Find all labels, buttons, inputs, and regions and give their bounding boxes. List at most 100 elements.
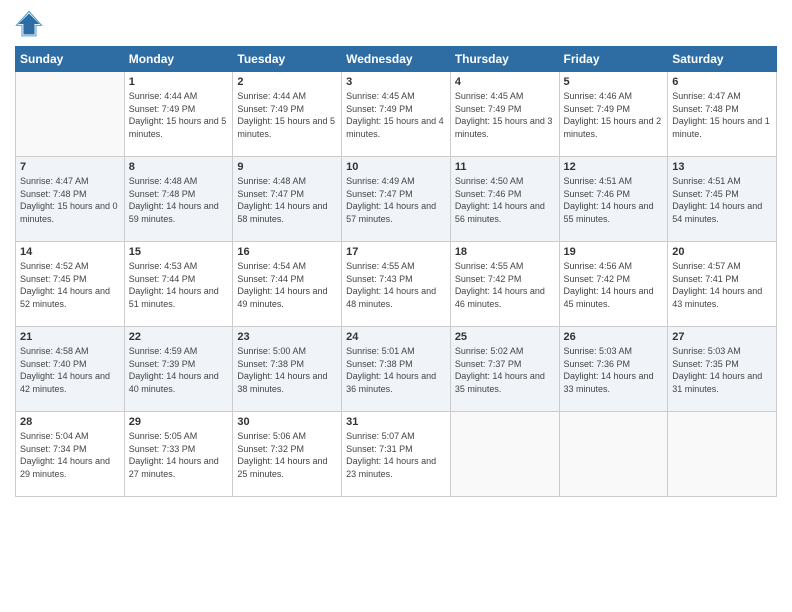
day-number: 23	[237, 331, 337, 343]
calendar-cell: 26Sunrise: 5:03 AMSunset: 7:36 PMDayligh…	[559, 327, 668, 412]
day-number: 13	[672, 161, 772, 173]
calendar-cell: 20 Sunrise: 4:57 AMSunset: 7:41 PMDayligh…	[668, 242, 777, 327]
calendar-cell: 10 Sunrise: 4:49 AMSunset: 7:47 PMDayligh…	[342, 157, 451, 242]
calendar-cell: 9 Sunrise: 4:48 AMSunset: 7:47 PMDaylight…	[233, 157, 342, 242]
calendar-cell: 3 Sunrise: 4:45 AMSunset: 7:49 PMDaylight…	[342, 72, 451, 157]
calendar-cell: 23 Sunrise: 5:00 AMSunset: 7:38 PMDayligh…	[233, 327, 342, 412]
cell-content: Sunrise: 4:55 AMSunset: 7:43 PMDaylight:…	[346, 260, 446, 310]
calendar-cell: 2Sunrise: 4:44 AMSunset: 7:49 PMDaylight…	[233, 72, 342, 157]
cell-content: Sunrise: 4:50 AMSunset: 7:46 PMDaylight:…	[455, 175, 555, 225]
calendar-cell: 21 Sunrise: 4:58 AMSunset: 7:40 PMDayligh…	[16, 327, 125, 412]
page-header	[15, 10, 777, 38]
day-number: 10	[346, 161, 446, 173]
calendar-cell	[450, 412, 559, 497]
weekday-header-cell: Monday	[124, 47, 233, 72]
cell-content: Sunrise: 4:46 AMSunset: 7:49 PMDaylight:…	[564, 90, 664, 140]
page-container: SundayMondayTuesdayWednesdayThursdayFrid…	[0, 0, 792, 507]
cell-content: Sunrise: 5:06 AMSunset: 7:32 PMDaylight:…	[237, 430, 337, 480]
calendar-cell: 14 Sunrise: 4:52 AMSunset: 7:45 PMDayligh…	[16, 242, 125, 327]
calendar-cell: 1Sunrise: 4:44 AMSunset: 7:49 PMDaylight…	[124, 72, 233, 157]
day-number: 14	[20, 246, 120, 258]
weekday-header-cell: Wednesday	[342, 47, 451, 72]
cell-content: Sunrise: 5:02 AMSunset: 7:37 PMDaylight:…	[455, 345, 555, 395]
day-number: 11	[455, 161, 555, 173]
day-number: 3	[346, 76, 446, 88]
cell-content: Sunrise: 4:56 AMSunset: 7:42 PMDaylight:…	[564, 260, 664, 310]
calendar-cell: 5 Sunrise: 4:46 AMSunset: 7:49 PMDaylight…	[559, 72, 668, 157]
weekday-header-cell: Sunday	[16, 47, 125, 72]
cell-content: Sunrise: 5:00 AMSunset: 7:38 PMDaylight:…	[237, 345, 337, 395]
day-number: 25	[455, 331, 555, 343]
day-number: 8	[129, 161, 229, 173]
cell-content: Sunrise: 4:48 AMSunset: 7:48 PMDaylight:…	[129, 175, 229, 225]
weekday-header-cell: Saturday	[668, 47, 777, 72]
day-number: 19	[564, 246, 664, 258]
calendar-cell: 24Sunrise: 5:01 AMSunset: 7:38 PMDayligh…	[342, 327, 451, 412]
day-number: 5	[564, 76, 664, 88]
day-number: 28	[20, 416, 120, 428]
day-number: 29	[129, 416, 229, 428]
calendar-cell: 16 Sunrise: 4:54 AMSunset: 7:44 PMDayligh…	[233, 242, 342, 327]
calendar-cell: 4 Sunrise: 4:45 AMSunset: 7:49 PMDaylight…	[450, 72, 559, 157]
cell-content: Sunrise: 4:47 AMSunset: 7:48 PMDaylight:…	[672, 90, 772, 140]
cell-content: Sunrise: 4:49 AMSunset: 7:47 PMDaylight:…	[346, 175, 446, 225]
cell-content: Sunrise: 4:58 AMSunset: 7:40 PMDaylight:…	[20, 345, 120, 395]
cell-content: Sunrise: 5:03 AMSunset: 7:35 PMDaylight:…	[672, 345, 772, 395]
day-number: 12	[564, 161, 664, 173]
cell-content: Sunrise: 4:51 AMSunset: 7:45 PMDaylight:…	[672, 175, 772, 225]
cell-content: Sunrise: 4:45 AMSunset: 7:49 PMDaylight:…	[346, 90, 446, 140]
cell-content: Sunrise: 5:03 AMSunset: 7:36 PMDaylight:…	[564, 345, 664, 395]
cell-content: Sunrise: 4:44 AMSunset: 7:49 PMDaylight:…	[129, 90, 229, 140]
cell-content: Sunrise: 4:52 AMSunset: 7:45 PMDaylight:…	[20, 260, 120, 310]
weekday-header-cell: Friday	[559, 47, 668, 72]
weekday-header-cell: Tuesday	[233, 47, 342, 72]
cell-content: Sunrise: 4:48 AMSunset: 7:47 PMDaylight:…	[237, 175, 337, 225]
calendar-cell: 22Sunrise: 4:59 AMSunset: 7:39 PMDayligh…	[124, 327, 233, 412]
cell-content: Sunrise: 4:47 AMSunset: 7:48 PMDaylight:…	[20, 175, 120, 225]
cell-content: Sunrise: 4:44 AMSunset: 7:49 PMDaylight:…	[237, 90, 337, 140]
day-number: 16	[237, 246, 337, 258]
calendar-week-row: 28 Sunrise: 5:04 AMSunset: 7:34 PMDayligh…	[16, 412, 777, 497]
day-number: 9	[237, 161, 337, 173]
calendar-cell: 7Sunrise: 4:47 AMSunset: 7:48 PMDaylight…	[16, 157, 125, 242]
calendar-cell: 12 Sunrise: 4:51 AMSunset: 7:46 PMDayligh…	[559, 157, 668, 242]
day-number: 4	[455, 76, 555, 88]
day-number: 30	[237, 416, 337, 428]
day-number: 6	[672, 76, 772, 88]
calendar-cell: 13 Sunrise: 4:51 AMSunset: 7:45 PMDayligh…	[668, 157, 777, 242]
cell-content: Sunrise: 5:05 AMSunset: 7:33 PMDaylight:…	[129, 430, 229, 480]
day-number: 22	[129, 331, 229, 343]
day-number: 18	[455, 246, 555, 258]
day-number: 21	[20, 331, 120, 343]
cell-content: Sunrise: 4:55 AMSunset: 7:42 PMDaylight:…	[455, 260, 555, 310]
calendar-cell: 31 Sunrise: 5:07 AMSunset: 7:31 PMDayligh…	[342, 412, 451, 497]
calendar-table: SundayMondayTuesdayWednesdayThursdayFrid…	[15, 46, 777, 497]
weekday-header-cell: Thursday	[450, 47, 559, 72]
calendar-cell: 15 Sunrise: 4:53 AMSunset: 7:44 PMDayligh…	[124, 242, 233, 327]
calendar-week-row: 14 Sunrise: 4:52 AMSunset: 7:45 PMDayligh…	[16, 242, 777, 327]
cell-content: Sunrise: 5:04 AMSunset: 7:34 PMDaylight:…	[20, 430, 120, 480]
calendar-cell: 11 Sunrise: 4:50 AMSunset: 7:46 PMDayligh…	[450, 157, 559, 242]
day-number: 20	[672, 246, 772, 258]
calendar-week-row: 1Sunrise: 4:44 AMSunset: 7:49 PMDaylight…	[16, 72, 777, 157]
calendar-cell: 25 Sunrise: 5:02 AMSunset: 7:37 PMDayligh…	[450, 327, 559, 412]
cell-content: Sunrise: 5:07 AMSunset: 7:31 PMDaylight:…	[346, 430, 446, 480]
calendar-week-row: 7Sunrise: 4:47 AMSunset: 7:48 PMDaylight…	[16, 157, 777, 242]
cell-content: Sunrise: 4:51 AMSunset: 7:46 PMDaylight:…	[564, 175, 664, 225]
day-number: 17	[346, 246, 446, 258]
calendar-cell: 6 Sunrise: 4:47 AMSunset: 7:48 PMDaylight…	[668, 72, 777, 157]
day-number: 31	[346, 416, 446, 428]
calendar-cell: 30 Sunrise: 5:06 AMSunset: 7:32 PMDayligh…	[233, 412, 342, 497]
day-number: 15	[129, 246, 229, 258]
logo	[15, 10, 47, 38]
cell-content: Sunrise: 4:53 AMSunset: 7:44 PMDaylight:…	[129, 260, 229, 310]
calendar-cell: 28 Sunrise: 5:04 AMSunset: 7:34 PMDayligh…	[16, 412, 125, 497]
calendar-week-row: 21 Sunrise: 4:58 AMSunset: 7:40 PMDayligh…	[16, 327, 777, 412]
cell-content: Sunrise: 4:57 AMSunset: 7:41 PMDaylight:…	[672, 260, 772, 310]
cell-content: Sunrise: 4:45 AMSunset: 7:49 PMDaylight:…	[455, 90, 555, 140]
cell-content: Sunrise: 4:54 AMSunset: 7:44 PMDaylight:…	[237, 260, 337, 310]
calendar-cell: 27Sunrise: 5:03 AMSunset: 7:35 PMDayligh…	[668, 327, 777, 412]
calendar-cell: 19 Sunrise: 4:56 AMSunset: 7:42 PMDayligh…	[559, 242, 668, 327]
calendar-cell	[559, 412, 668, 497]
cell-content: Sunrise: 5:01 AMSunset: 7:38 PMDaylight:…	[346, 345, 446, 395]
